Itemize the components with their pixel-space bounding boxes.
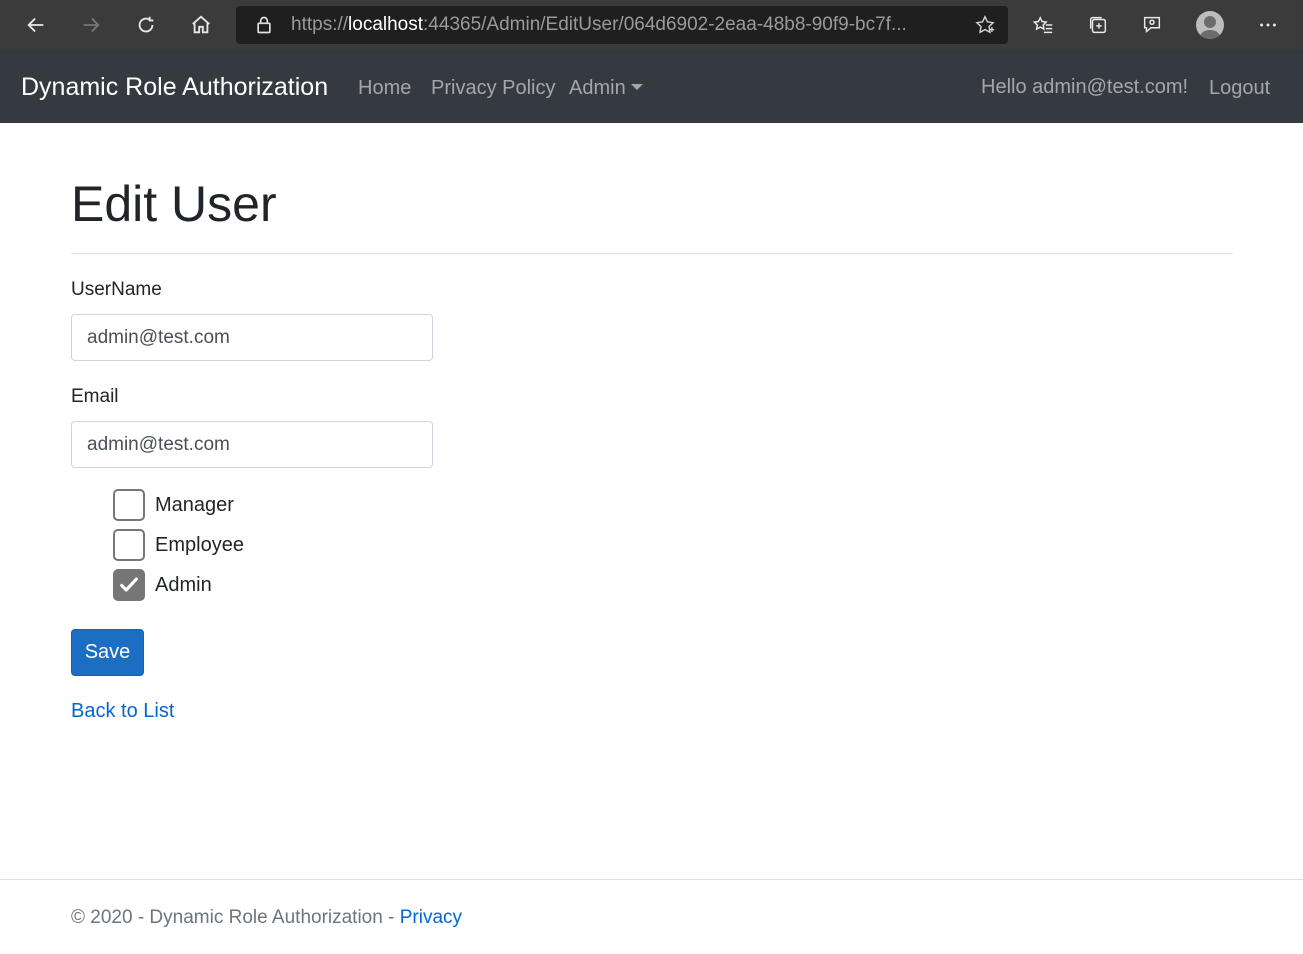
nav-admin-label: Admin xyxy=(569,77,626,99)
footer-divider xyxy=(0,879,1303,880)
refresh-icon[interactable] xyxy=(128,7,164,43)
username-label: UserName xyxy=(71,279,162,300)
role-manager-label: Manager xyxy=(155,493,234,516)
username-input[interactable] xyxy=(71,314,433,361)
back-arrow-icon[interactable] xyxy=(18,7,54,43)
user-greeting: Hello admin@test.com! xyxy=(981,76,1189,98)
lock-icon xyxy=(254,15,274,35)
role-employee-checkbox[interactable] xyxy=(113,529,145,561)
footer-privacy-link[interactable]: Privacy xyxy=(400,907,462,928)
browser-toolbar: https://localhost:44365/Admin/EditUser/0… xyxy=(0,0,1303,50)
footer: © 2020 - Dynamic Role Authorization - Pr… xyxy=(71,907,462,929)
caret-down-icon xyxy=(630,84,643,90)
page-title: Edit User xyxy=(71,176,277,232)
footer-copyright: © 2020 - Dynamic Role Authorization - xyxy=(71,907,400,928)
url-path: :44365/Admin/EditUser/064d6902-2eaa-48b8… xyxy=(423,14,907,35)
home-icon[interactable] xyxy=(183,7,219,43)
nav-privacy-link[interactable]: Privacy Policy xyxy=(431,77,555,100)
save-button[interactable]: Save xyxy=(71,629,144,676)
favorites-icon[interactable] xyxy=(1025,7,1061,43)
email-label: Email xyxy=(71,386,119,407)
favorite-star-icon[interactable] xyxy=(974,14,996,36)
profile-avatar-icon[interactable] xyxy=(1196,11,1224,39)
app-navbar: Dynamic Role Authorization Home Privacy … xyxy=(0,50,1303,123)
role-manager-checkbox[interactable] xyxy=(113,489,145,521)
role-employee-label: Employee xyxy=(155,533,244,556)
url-host: localhost xyxy=(348,14,424,35)
forward-arrow-icon[interactable] xyxy=(73,7,109,43)
collections-icon[interactable] xyxy=(1080,7,1116,43)
checkmark-icon xyxy=(120,577,138,592)
logout-link[interactable]: Logout xyxy=(1209,77,1270,100)
back-to-list-link[interactable]: Back to List xyxy=(71,700,174,723)
brand-link[interactable]: Dynamic Role Authorization xyxy=(21,73,328,102)
more-menu-icon[interactable] xyxy=(1250,7,1286,43)
nav-home-link[interactable]: Home xyxy=(358,77,411,100)
role-admin-checkbox[interactable] xyxy=(113,569,145,601)
url-text[interactable]: https://localhost:44365/Admin/EditUser/0… xyxy=(291,14,951,36)
url-scheme: https:// xyxy=(291,14,349,35)
role-manager-row[interactable]: Manager xyxy=(113,489,234,521)
nav-admin-dropdown[interactable]: Admin xyxy=(569,77,643,100)
role-admin-label: Admin xyxy=(155,573,212,596)
role-employee-row[interactable]: Employee xyxy=(113,529,244,561)
feedback-icon[interactable] xyxy=(1134,7,1170,43)
title-divider xyxy=(71,253,1233,254)
role-admin-row[interactable]: Admin xyxy=(113,569,212,601)
email-input[interactable] xyxy=(71,421,433,468)
address-bar[interactable]: https://localhost:44365/Admin/EditUser/0… xyxy=(236,6,1008,44)
